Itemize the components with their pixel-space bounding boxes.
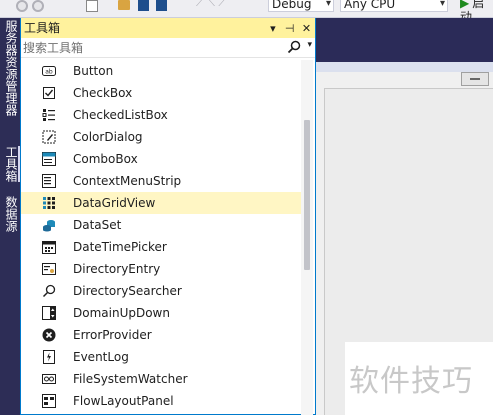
title-controls: ▾ ⊣ ✕: [266, 18, 313, 38]
toolbox-item-directorysearcher[interactable]: DirectorySearcher: [21, 280, 303, 302]
new-file-icon[interactable]: [86, 0, 98, 12]
toolbox-item-label: Button: [73, 64, 114, 78]
toolbox-item-directoryentry[interactable]: DirectoryEntry: [21, 258, 303, 280]
toolbox-list: ab Button CheckBox CheckedListBox ColorD…: [21, 60, 303, 415]
checkedlistbox-icon: [42, 109, 55, 121]
toolbox-item-label: DataSet: [73, 218, 122, 232]
toolbox-item-label: FileSystemWatcher: [73, 372, 188, 386]
toolbox-item-checkbox[interactable]: CheckBox: [21, 82, 303, 104]
save-all-icon[interactable]: [156, 0, 167, 11]
platform-value: Any CPU: [344, 0, 396, 11]
toolbox-item-label: DomainUpDown: [73, 306, 170, 320]
watermark: 软件技巧: [345, 342, 493, 415]
undo-redo-icon[interactable]: ⟋ ⟍ ⟋: [196, 0, 236, 8]
toolbox-scrollbar[interactable]: [301, 60, 313, 415]
toolbox-title: 工具箱: [24, 21, 61, 35]
main-toolbar: ⟋ ⟍ ⟋ Debug ▾ Any CPU ▾ ▶ 启动: [0, 0, 493, 24]
side-tab-strip: 服务器资源管理器 工具箱 数据源: [0, 18, 20, 415]
close-icon[interactable]: ✕: [300, 19, 313, 39]
toolbox-item-contextmenustrip[interactable]: ContextMenuStrip: [21, 170, 303, 192]
button-icon: ab: [42, 66, 56, 76]
editor-header: [316, 18, 493, 62]
search-input[interactable]: [23, 39, 278, 56]
checkbox-icon: [43, 87, 55, 99]
chevron-down-icon: ▾: [439, 0, 445, 9]
pin-icon[interactable]: ⊣: [283, 19, 296, 39]
dropdown-icon[interactable]: ▾: [266, 19, 279, 39]
toolbox-item-datetimepicker[interactable]: DateTimePicker: [21, 236, 303, 258]
play-icon: ▶: [460, 0, 470, 10]
toolbox-item-flowlayoutpanel[interactable]: FlowLayoutPanel: [21, 390, 303, 412]
config-value: Debug: [272, 0, 312, 11]
back-icon[interactable]: [16, 0, 28, 12]
search-icon[interactable]: [287, 40, 301, 54]
directorysearcher-icon: [42, 284, 56, 298]
search-options-icon[interactable]: ▾: [307, 40, 312, 50]
toolbox-item-label: FlowLayoutPanel: [73, 394, 174, 408]
toolbox-item-label: EventLog: [73, 350, 129, 364]
toolbox-item-label: DataGridView: [73, 196, 156, 210]
toolbox-search: ▾: [21, 38, 315, 58]
tab-data-sources[interactable]: 数据源: [2, 196, 18, 232]
eventlog-icon: [43, 350, 55, 364]
start-button[interactable]: ▶ 启动: [460, 0, 493, 24]
open-folder-icon[interactable]: [118, 0, 130, 10]
minimize-button[interactable]: [461, 72, 489, 86]
config-dropdown[interactable]: Debug ▾: [268, 0, 334, 12]
toolbox-item-dataset[interactable]: DataSet: [21, 214, 303, 236]
toolbox-item-filesystemwatcher[interactable]: FileSystemWatcher: [21, 368, 303, 390]
toolbox-item-label: ColorDialog: [73, 130, 143, 144]
toolbox-item-colordialog[interactable]: ColorDialog: [21, 126, 303, 148]
toolbox-item-combobox[interactable]: ComboBox: [21, 148, 303, 170]
toolbox-item-domainupdown[interactable]: DomainUpDown: [21, 302, 303, 324]
toolbox-item-label: DateTimePicker: [73, 240, 167, 254]
toolbox-item-button[interactable]: ab Button: [21, 60, 303, 82]
tab-server-explorer[interactable]: 服务器资源管理器: [2, 20, 18, 116]
toolbox-item-label: ContextMenuStrip: [73, 174, 182, 188]
toolbox-item-checkedlistbox[interactable]: CheckedListBox: [21, 104, 303, 126]
toolbox-item-datagridview[interactable]: DataGridView: [21, 192, 303, 214]
toolbox-item-label: ErrorProvider: [73, 328, 152, 342]
toolbox-item-eventlog[interactable]: EventLog: [21, 346, 303, 368]
toolbox-item-label: CheckBox: [73, 86, 133, 100]
flowlayoutpanel-icon: [42, 394, 56, 408]
toolbox-panel: 工具箱 ▾ ⊣ ✕ ▾ ab Button CheckBox CheckedLi…: [20, 18, 316, 415]
save-icon[interactable]: [138, 0, 149, 11]
toolbox-item-errorprovider[interactable]: ErrorProvider: [21, 324, 303, 346]
combobox-icon: [42, 152, 56, 166]
toolbox-item-label: ComboBox: [73, 152, 138, 166]
svg-text:ab: ab: [45, 69, 53, 76]
errorprovider-icon: [42, 328, 56, 342]
datetimepicker-icon: [42, 241, 56, 254]
platform-dropdown[interactable]: Any CPU ▾: [340, 0, 448, 12]
scrollbar-thumb[interactable]: [304, 120, 310, 270]
directoryentry-icon: [42, 263, 56, 275]
editor-tab-bar: [316, 62, 493, 72]
toolbox-item-label: DirectoryEntry: [73, 262, 161, 276]
colordialog-icon: [42, 130, 56, 144]
tab-toolbox[interactable]: 工具箱: [2, 146, 20, 182]
toolbox-item-label: CheckedListBox: [73, 108, 168, 122]
forward-icon[interactable]: [32, 0, 44, 12]
datagridview-icon: [43, 197, 55, 209]
toolbox-item-label: DirectorySearcher: [73, 284, 182, 298]
filesystemwatcher-icon: [42, 374, 56, 384]
chevron-down-icon: ▾: [325, 0, 331, 9]
domainupdown-icon: [42, 306, 56, 320]
toolbox-title-bar: 工具箱 ▾ ⊣ ✕: [21, 18, 315, 38]
dataset-icon: [43, 220, 55, 232]
watermark-text: 软件技巧: [349, 364, 473, 399]
contextmenustrip-icon: [42, 174, 56, 188]
